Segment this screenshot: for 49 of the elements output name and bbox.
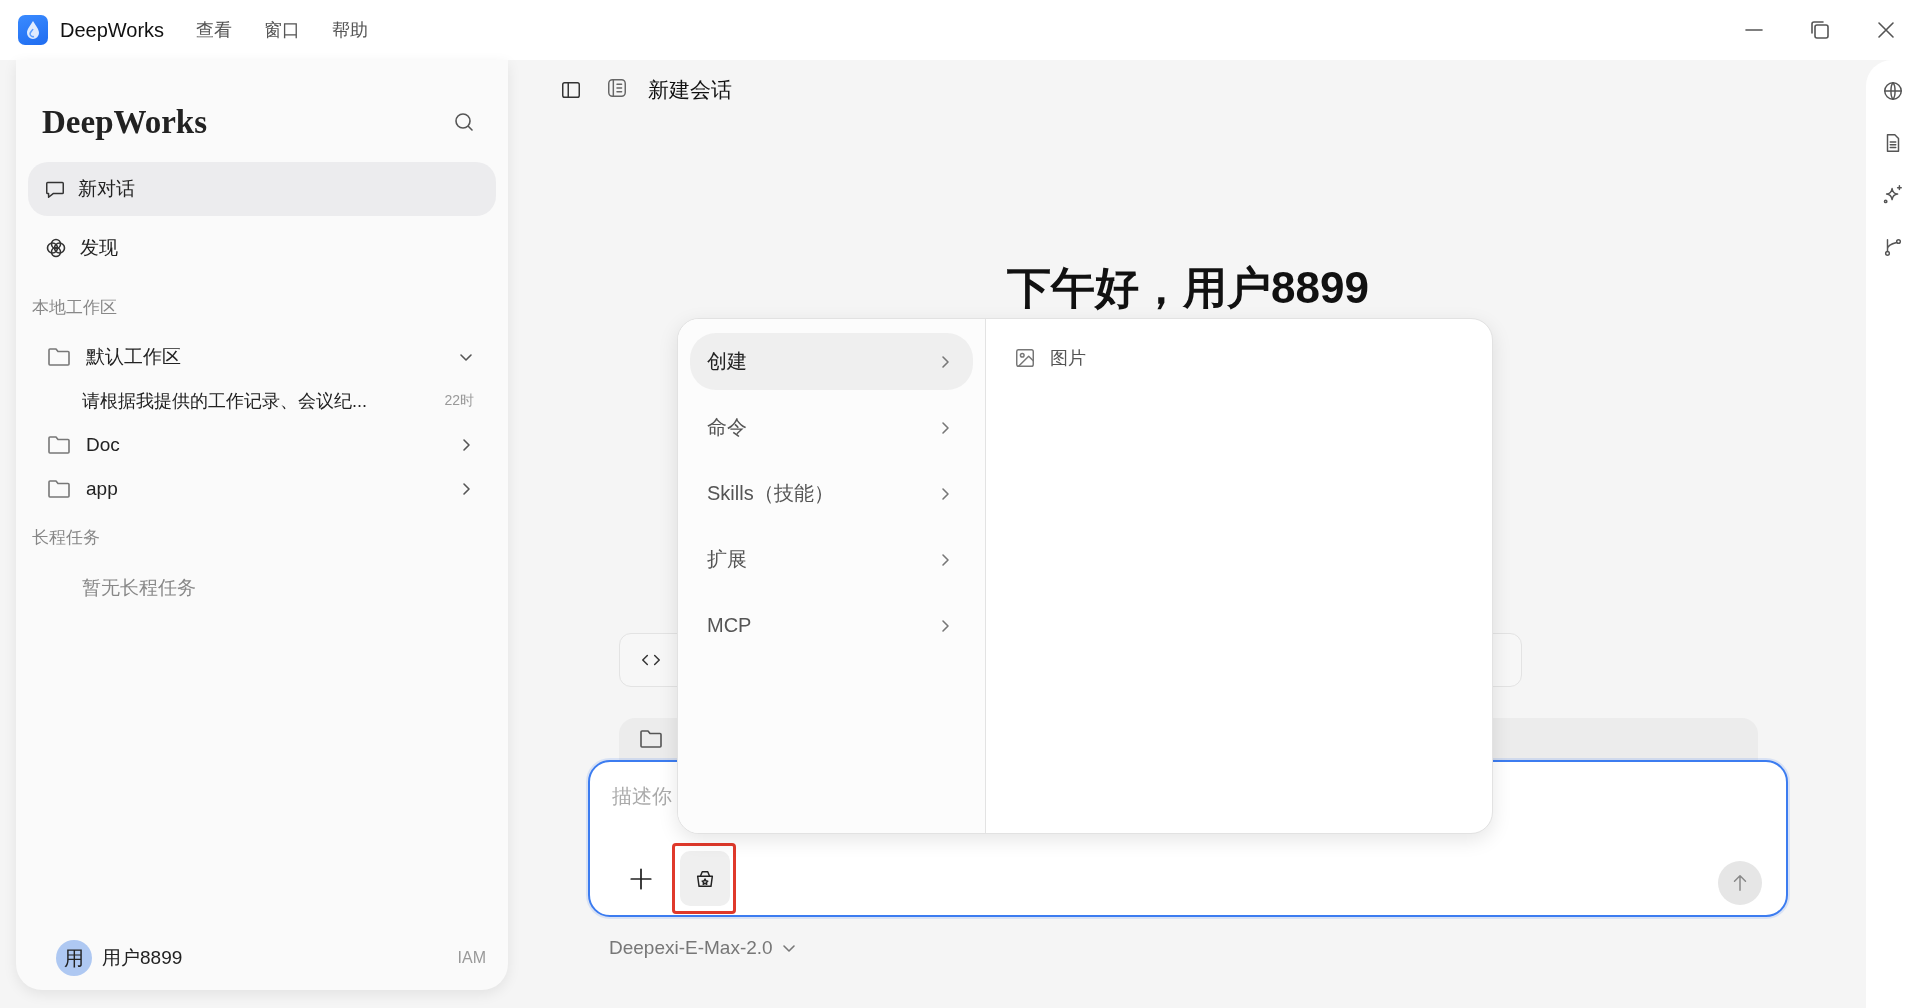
interlocking-circles-icon	[44, 236, 68, 260]
menu-category[interactable]: MCP	[690, 597, 973, 654]
search-icon[interactable]	[452, 110, 476, 134]
conversation-time: 22时	[444, 392, 474, 410]
conversation-title: 请根据我提供的工作记录、会议纪...	[82, 390, 367, 413]
document-list-icon[interactable]	[606, 77, 628, 99]
image-icon	[1014, 347, 1036, 369]
nav-item[interactable]: 新对话	[28, 162, 496, 216]
nav-item[interactable]: 发现	[28, 222, 496, 274]
folder-icon	[47, 478, 71, 500]
restore-icon[interactable]	[1808, 18, 1832, 42]
menu-item[interactable]: 图片	[1014, 346, 1086, 370]
user-name: 用户8899	[102, 946, 183, 970]
menu-item[interactable]: 帮助	[332, 18, 369, 42]
workspace-folder[interactable]: app	[28, 467, 496, 511]
sidebar-toggle-icon[interactable]	[560, 79, 582, 101]
model-selector[interactable]: Deepexi-E-Max-2.0	[609, 933, 797, 963]
section-heading: 本地工作区	[31, 297, 118, 319]
globe-icon[interactable]	[1882, 80, 1904, 102]
app-name: DeepWorks	[60, 18, 165, 42]
workspace-name: Doc	[86, 434, 120, 456]
folder-icon	[47, 434, 71, 456]
sparkle-icon[interactable]	[1882, 184, 1904, 206]
conversation-title: 新建会话	[648, 77, 732, 103]
folder-icon	[639, 728, 663, 750]
menu-category[interactable]: 扩展	[690, 531, 973, 588]
account-label: IAM	[457, 949, 486, 967]
workspace-name: 默认工作区	[86, 345, 181, 369]
workspace-name: app	[86, 478, 118, 500]
sidebar-title: DeepWorks	[42, 103, 207, 141]
send-button[interactable]	[1718, 861, 1762, 905]
section-heading: 长程任务	[31, 527, 101, 549]
menu-category[interactable]: 创建	[690, 333, 973, 390]
app-logo	[18, 15, 48, 45]
message-input[interactable]: 描述你	[612, 776, 1512, 816]
workspace-folder[interactable]: 默认工作区	[28, 335, 496, 379]
folder-icon	[47, 346, 71, 368]
empty-message: 暂无长程任务	[81, 576, 197, 600]
greeting: 下午好，用户8899	[1006, 262, 1370, 314]
plus-icon[interactable]	[628, 866, 654, 892]
branch-icon[interactable]	[1882, 236, 1904, 258]
menu-item[interactable]: 查看	[196, 18, 233, 42]
menu-item[interactable]: 窗口	[264, 18, 301, 42]
workspace-folder[interactable]: Doc	[28, 423, 496, 467]
menu-category[interactable]: 命令	[690, 399, 973, 456]
user-avatar[interactable]: 用	[56, 940, 92, 976]
menu-category[interactable]: Skills（技能）	[690, 465, 973, 522]
skills-button[interactable]	[680, 851, 730, 906]
conversation-item[interactable]: 请根据我提供的工作记录、会议纪... 22时	[28, 379, 496, 423]
